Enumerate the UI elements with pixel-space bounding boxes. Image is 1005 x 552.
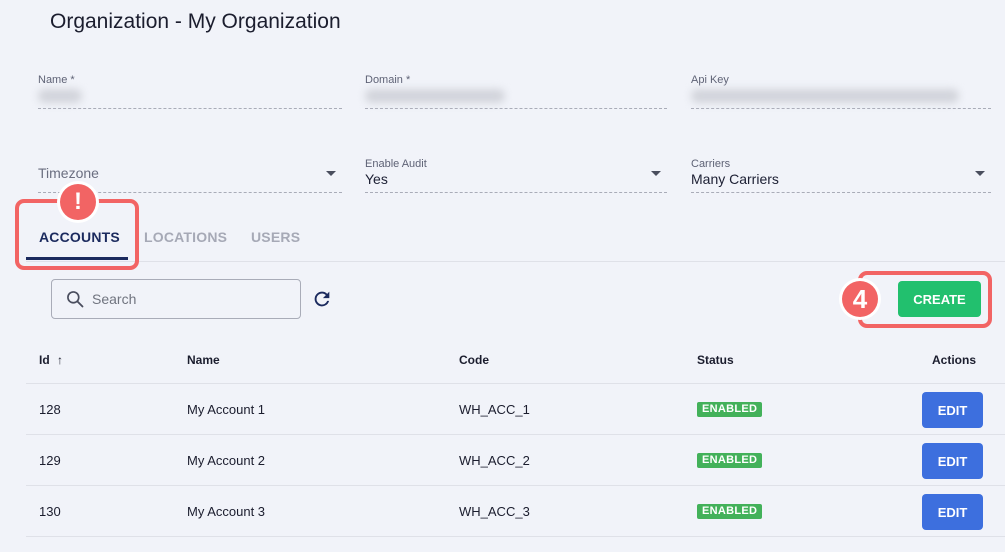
cell-name: My Account 2 [187,453,266,468]
enable-audit-value: Yes [365,171,388,187]
cell-id: 129 [39,453,61,468]
status-badge: ENABLED [697,402,763,417]
refresh-icon[interactable] [311,288,333,310]
chevron-down-icon [975,171,985,176]
cell-id: 130 [39,504,61,519]
name-label: Name * [38,74,75,86]
cell-code: WH_ACC_1 [459,402,530,417]
chevron-down-icon [326,171,336,176]
column-status[interactable]: Status [697,353,734,367]
timezone-placeholder: Timezone [38,165,99,181]
carriers-select[interactable]: Carriers Many Carriers [691,156,991,193]
status-badge: ENABLED [697,453,763,468]
api-key-value-redacted [691,89,959,103]
enable-audit-select[interactable]: Enable Audit Yes [365,156,667,193]
accounts-table: Id ↑ Name Code Status Actions 128 My Acc… [26,338,1005,537]
chevron-down-icon [651,171,661,176]
column-id[interactable]: Id ↑ [39,353,63,367]
edit-button[interactable]: EDIT [922,392,983,428]
carriers-label: Carriers [691,158,731,170]
table-row: 128 My Account 1 WH_ACC_1 ENABLED EDIT [26,384,1005,435]
domain-value-redacted [365,89,505,103]
name-field[interactable]: Name * [38,72,342,109]
column-name[interactable]: Name [187,353,220,367]
table-header: Id ↑ Name Code Status Actions [26,338,1005,384]
domain-field[interactable]: Domain * [365,72,667,109]
name-value-redacted [38,89,82,103]
tab-users[interactable]: USERS [251,229,300,245]
edit-button[interactable]: EDIT [922,443,983,479]
step-badge: 4 [842,281,878,317]
carriers-value: Many Carriers [691,171,779,187]
table-row: 129 My Account 2 WH_ACC_2 ENABLED EDIT [26,435,1005,486]
cell-name: My Account 3 [187,504,266,519]
tabs-divider [26,261,1005,262]
search-input[interactable] [92,289,287,309]
cell-code: WH_ACC_2 [459,453,530,468]
api-key-field[interactable]: Api Key [691,72,991,109]
sort-ascending-icon: ↑ [57,353,64,367]
table-row: 130 My Account 3 WH_ACC_3 ENABLED EDIT [26,486,1005,537]
enable-audit-label: Enable Audit [365,158,427,170]
alert-badge: ! [60,184,96,220]
page-title: Organization - My Organization [50,10,341,33]
edit-button[interactable]: EDIT [922,494,983,530]
create-button[interactable]: CREATE [898,281,981,317]
search-icon [67,291,84,308]
cell-name: My Account 1 [187,402,266,417]
cell-code: WH_ACC_3 [459,504,530,519]
column-actions: Actions [932,353,977,367]
domain-label: Domain * [365,74,411,86]
api-key-label: Api Key [691,74,729,86]
column-code[interactable]: Code [459,353,489,367]
status-badge: ENABLED [697,504,763,519]
tab-locations[interactable]: LOCATIONS [144,229,227,245]
search-box[interactable] [51,279,301,319]
cell-id: 128 [39,402,61,417]
column-id-label: Id [39,353,50,367]
